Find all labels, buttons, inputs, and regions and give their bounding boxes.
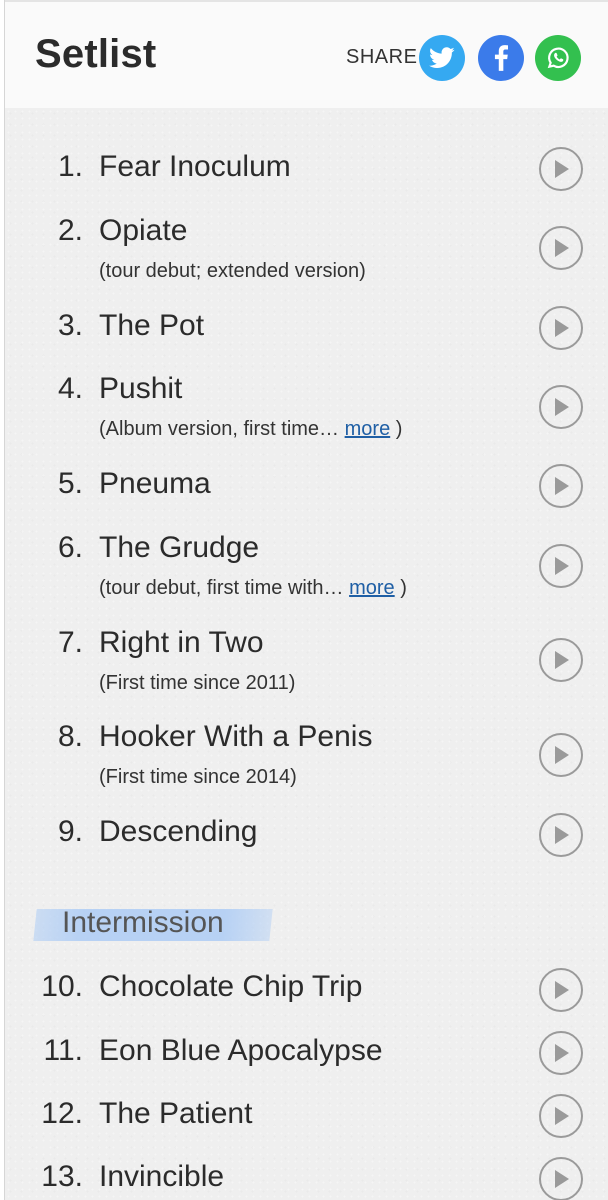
- more-link[interactable]: more: [349, 577, 395, 599]
- share-label: SHARE: [346, 46, 418, 68]
- twitter-share-button[interactable]: [419, 35, 465, 81]
- setlist-panel: Setlist SHARE 1. Fear Inoculum 2. Opiate…: [4, 0, 608, 1200]
- play-button[interactable]: [539, 1157, 583, 1200]
- song-note: (First time since 2011): [99, 672, 296, 694]
- song-title[interactable]: Chocolate Chip Trip: [99, 970, 362, 1004]
- play-icon: [555, 557, 569, 575]
- play-icon: [555, 746, 569, 764]
- setlist-header: Setlist SHARE: [5, 0, 608, 108]
- song-number: 12.: [41, 1097, 83, 1130]
- song-number: 2.: [57, 214, 83, 247]
- song-number: 1.: [57, 150, 83, 183]
- song-title[interactable]: Pneuma: [99, 467, 211, 501]
- play-icon: [555, 1107, 569, 1125]
- song-title[interactable]: Descending: [99, 815, 257, 849]
- song-note-close: ): [395, 418, 403, 440]
- play-button[interactable]: [539, 464, 583, 508]
- song-note-close: ): [400, 577, 407, 599]
- play-button[interactable]: [539, 968, 583, 1012]
- play-icon: [555, 1170, 569, 1188]
- song-title[interactable]: Opiate: [99, 214, 187, 248]
- song-note: (Album version, first time… more ): [99, 418, 402, 441]
- song-note-text: (tour debut, first time with…: [99, 577, 344, 599]
- play-button[interactable]: [539, 733, 583, 777]
- play-icon: [555, 1044, 569, 1062]
- song-number: 7.: [57, 626, 83, 659]
- intermission-divider: Intermission: [33, 906, 275, 944]
- song-number: 9.: [57, 815, 83, 848]
- song-number: 13.: [41, 1160, 83, 1193]
- play-button[interactable]: [539, 813, 583, 857]
- twitter-icon: [429, 47, 455, 68]
- song-number: 11.: [43, 1034, 83, 1067]
- play-button[interactable]: [539, 385, 583, 429]
- play-icon: [555, 160, 569, 178]
- song-title[interactable]: The Patient: [99, 1097, 252, 1131]
- song-number: 3.: [57, 309, 83, 342]
- song-title[interactable]: Fear Inoculum: [99, 150, 291, 184]
- setlist-song-list: 1. Fear Inoculum 2. Opiate (tour debut; …: [5, 108, 608, 1200]
- whatsapp-icon: [547, 47, 569, 69]
- play-icon: [555, 319, 569, 337]
- song-title[interactable]: Hooker With a Penis: [99, 720, 372, 754]
- intermission-label: Intermission: [62, 906, 224, 939]
- song-number: 8.: [57, 720, 83, 753]
- song-title[interactable]: The Pot: [99, 309, 204, 343]
- song-note: (tour debut; extended version): [99, 260, 366, 282]
- play-button[interactable]: [539, 544, 583, 588]
- song-note: (tour debut, first time with… more ): [99, 577, 407, 600]
- song-number: 10.: [41, 970, 83, 1003]
- play-icon: [555, 239, 569, 257]
- song-title[interactable]: Eon Blue Apocalypse: [99, 1034, 383, 1068]
- play-button[interactable]: [539, 1094, 583, 1138]
- play-button[interactable]: [539, 638, 583, 682]
- play-button[interactable]: [539, 306, 583, 350]
- play-icon: [555, 477, 569, 495]
- song-title[interactable]: The Grudge: [99, 531, 259, 565]
- song-note-text: (Album version, first time…: [99, 418, 340, 440]
- song-number: 6.: [57, 531, 83, 564]
- song-number: 5.: [57, 467, 83, 500]
- page-title: Setlist: [35, 32, 157, 76]
- play-icon: [555, 826, 569, 844]
- play-button[interactable]: [539, 147, 583, 191]
- song-note: (First time since 2014): [99, 766, 297, 788]
- play-button[interactable]: [539, 1031, 583, 1075]
- play-icon: [555, 651, 569, 669]
- song-title[interactable]: Invincible: [99, 1160, 224, 1194]
- facebook-icon: [494, 45, 508, 71]
- play-button[interactable]: [539, 226, 583, 270]
- whatsapp-share-button[interactable]: [535, 35, 581, 81]
- song-title[interactable]: Right in Two: [99, 626, 264, 660]
- facebook-share-button[interactable]: [478, 35, 524, 81]
- play-icon: [555, 981, 569, 999]
- more-link[interactable]: more: [345, 418, 391, 440]
- song-title[interactable]: Pushit: [99, 372, 182, 406]
- song-number: 4.: [57, 372, 83, 405]
- play-icon: [555, 398, 569, 416]
